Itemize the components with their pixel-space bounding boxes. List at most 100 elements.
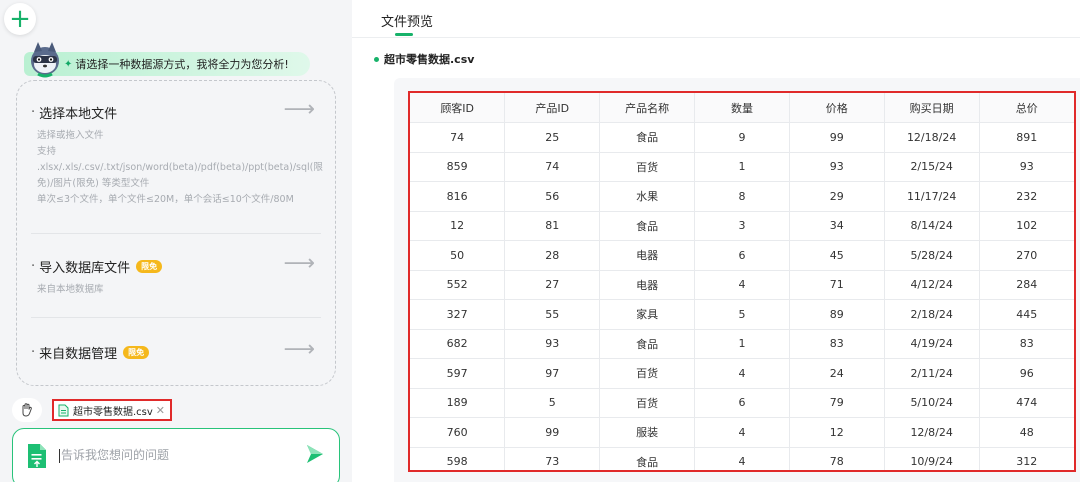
table-cell: 2/15/24 bbox=[884, 152, 980, 182]
status-dot bbox=[374, 56, 379, 62]
source-local-file[interactable]: · 选择本地文件 ⟶ 选择或拖入文件 支持 .xlsx/.xls/.csv/.t… bbox=[31, 97, 323, 208]
table-cell: 2/11/24 bbox=[884, 358, 980, 389]
table-cell: 12/8/24 bbox=[884, 417, 980, 448]
left-panel: + ✦ 请选择一种数据源方式，我将全力为您分析! · 选择本地文件 ⟶ 选择或拖… bbox=[0, 0, 352, 482]
table-row: 859 74 百货 1 93 2/15/24 93 bbox=[410, 152, 1074, 182]
column-header: 数量 bbox=[694, 93, 790, 123]
table-cell: 8/14/24 bbox=[884, 211, 980, 241]
table-cell: 28 bbox=[504, 240, 601, 271]
table-cell: 食品 bbox=[599, 122, 696, 153]
table-row: 552 27 电器 4 71 4/12/24 284 bbox=[410, 270, 1074, 300]
table-cell: 2/18/24 bbox=[884, 299, 980, 330]
table-cell: 74 bbox=[504, 152, 601, 182]
table-row: 74 25 食品 9 99 12/18/24 891 bbox=[410, 122, 1074, 153]
table-cell: 水果 bbox=[599, 181, 696, 212]
table-cell: 24 bbox=[789, 358, 885, 389]
table-cell: 11/17/24 bbox=[884, 181, 980, 212]
table-cell: 89 bbox=[789, 299, 885, 330]
greeting-banner: ✦ 请选择一种数据源方式，我将全力为您分析! bbox=[24, 52, 310, 76]
table-row: 327 55 家具 5 89 2/18/24 445 bbox=[410, 299, 1074, 330]
table-cell: 189 bbox=[410, 388, 506, 418]
table-cell: 4/12/24 bbox=[884, 270, 980, 300]
table-cell: 食品 bbox=[599, 211, 696, 241]
preview-file-label: 超市零售数据.csv bbox=[374, 51, 474, 67]
table-cell: 79 bbox=[789, 388, 885, 418]
table-cell: 5/10/24 bbox=[884, 388, 980, 418]
data-table-highlight: 顾客ID 产品ID 产品名称 数量 价格 购买日期 总价 74 25 食品 9 99 12… bbox=[408, 91, 1076, 472]
table-cell: 9 bbox=[694, 122, 790, 153]
table-cell: 816 bbox=[410, 181, 506, 212]
table-row: 50 28 电器 6 45 5/28/24 270 bbox=[410, 240, 1074, 271]
table-cell: 284 bbox=[979, 270, 1074, 300]
table-cell: 5/28/24 bbox=[884, 240, 980, 271]
table-body: 74 25 食品 9 99 12/18/24 891 859 74 百货 1 93 2/15/24 93 8… bbox=[410, 122, 1074, 470]
tabbar-divider bbox=[352, 37, 1080, 38]
source-database-title: 导入数据库文件 bbox=[39, 261, 131, 276]
table-cell: 682 bbox=[410, 329, 506, 359]
source-database-desc: 来自本地数据库 bbox=[37, 284, 104, 295]
table-cell: 百货 bbox=[599, 152, 696, 182]
attached-file-chip[interactable]: 超市零售数据.csv ✕ bbox=[52, 399, 172, 421]
table-cell: 78 bbox=[789, 447, 885, 470]
table-cell: 56 bbox=[504, 181, 601, 212]
table-cell: 12 bbox=[789, 417, 885, 448]
column-header: 价格 bbox=[789, 93, 885, 123]
new-chat-plus-icon[interactable]: + bbox=[4, 3, 36, 35]
table-row: 760 99 服装 4 12 12/8/24 48 bbox=[410, 417, 1074, 448]
table-cell: 445 bbox=[979, 299, 1074, 330]
table-cell: 食品 bbox=[599, 447, 696, 470]
question-input[interactable]: 告诉我您想问的问题 bbox=[59, 446, 169, 463]
table-cell: 73 bbox=[504, 447, 601, 470]
table-row: 597 97 百货 4 24 2/11/24 96 bbox=[410, 358, 1074, 389]
source-local-file-desc: 选择或拖入文件 支持 .xlsx/.xls/.csv/.txt/json/wor… bbox=[37, 130, 323, 205]
right-panel: 文件预览 超市零售数据.csv 顾客ID 产品ID 产品名称 数量 价格 购买日… bbox=[352, 0, 1080, 482]
table-cell: 232 bbox=[979, 181, 1074, 212]
send-icon[interactable] bbox=[305, 443, 325, 465]
table-cell: 48 bbox=[979, 417, 1074, 448]
table-cell: 71 bbox=[789, 270, 885, 300]
preview-file-name: 超市零售数据.csv bbox=[384, 53, 475, 66]
attached-file-name: 超市零售数据.csv bbox=[73, 406, 153, 418]
tab-file-preview[interactable]: 文件预览 bbox=[381, 11, 433, 30]
table-cell: 99 bbox=[789, 122, 885, 153]
table-cell: 93 bbox=[789, 152, 885, 182]
table-cell: 百货 bbox=[599, 358, 696, 389]
table-cell: 5 bbox=[694, 299, 790, 330]
table-cell: 27 bbox=[504, 270, 601, 300]
table-cell: 760 bbox=[410, 417, 506, 448]
table-cell: 电器 bbox=[599, 270, 696, 300]
table-cell: 50 bbox=[410, 240, 506, 271]
table-cell: 859 bbox=[410, 152, 506, 182]
data-table: 顾客ID 产品ID 产品名称 数量 价格 购买日期 总价 74 25 食品 9 99 12… bbox=[410, 93, 1074, 470]
column-header: 总价 bbox=[979, 93, 1074, 123]
remove-file-close-icon[interactable]: ✕ bbox=[156, 404, 165, 417]
hand-wave-icon[interactable] bbox=[12, 398, 42, 422]
table-cell: 312 bbox=[979, 447, 1074, 470]
table-cell: 97 bbox=[504, 358, 601, 389]
source-database-file[interactable]: · 导入数据库文件 限免 ⟶ 来自本地数据库 bbox=[31, 251, 321, 298]
table-cell: 10/9/24 bbox=[884, 447, 980, 470]
table-cell: 327 bbox=[410, 299, 506, 330]
source-data-management-title: 来自数据管理 bbox=[39, 347, 118, 362]
free-badge: 限免 bbox=[123, 346, 150, 359]
free-badge: 限免 bbox=[136, 260, 163, 273]
chat-input-box[interactable]: 告诉我您想问的问题 bbox=[12, 428, 340, 482]
column-header: 购买日期 bbox=[884, 93, 980, 123]
table-cell: 552 bbox=[410, 270, 506, 300]
greeting-text: 请选择一种数据源方式，我将全力为您分析! bbox=[75, 58, 289, 71]
arrow-right-icon: ⟶ bbox=[283, 337, 315, 362]
table-cell: 4 bbox=[694, 447, 790, 470]
table-cell: 93 bbox=[979, 152, 1074, 182]
sparkle-icon: ✦ bbox=[64, 58, 73, 70]
upload-doc-icon[interactable] bbox=[27, 443, 47, 469]
table-cell: 83 bbox=[789, 329, 885, 359]
column-header: 顾客ID bbox=[410, 93, 506, 123]
table-cell: 99 bbox=[504, 417, 601, 448]
source-data-management[interactable]: · 来自数据管理 限免 ⟶ bbox=[31, 337, 321, 362]
table-cell: 12/18/24 bbox=[884, 122, 980, 153]
table-cell: 百货 bbox=[599, 388, 696, 418]
table-row: 598 73 食品 4 78 10/9/24 312 bbox=[410, 447, 1074, 470]
table-cell: 474 bbox=[979, 388, 1074, 418]
table-cell: 29 bbox=[789, 181, 885, 212]
table-cell: 4 bbox=[694, 358, 790, 389]
